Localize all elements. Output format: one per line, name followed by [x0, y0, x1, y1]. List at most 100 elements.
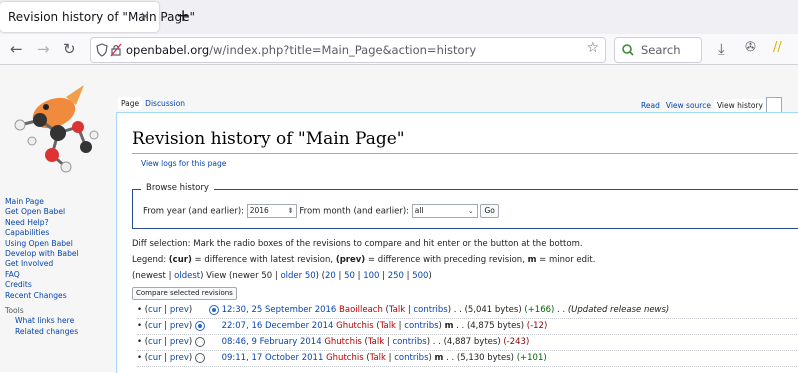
title-divider: [132, 153, 798, 154]
overflow-extension-icon[interactable]: //: [773, 40, 782, 55]
limit-20-link[interactable]: 20: [325, 271, 336, 281]
user-talk-link[interactable]: Talk: [368, 337, 384, 347]
user-link[interactable]: Ghutchis: [326, 353, 364, 363]
cur-link[interactable]: cur: [148, 305, 162, 315]
user-contribs-link[interactable]: contribs: [404, 321, 438, 331]
sidebar-item-get-open-babel[interactable]: Get Open Babel: [5, 207, 115, 217]
reload-icon[interactable]: ↻: [63, 40, 76, 58]
legend-minor-desc: = minor edit.: [536, 255, 596, 265]
revision-size: (4,887 bytes): [443, 337, 501, 347]
sidebar-tools: What links here Related changes: [5, 316, 115, 337]
browser-tab-bar: Revision history of "Main Page" × +: [0, 0, 798, 34]
tools-heading: Tools: [5, 306, 24, 316]
search-box[interactable]: Search: [614, 37, 702, 63]
browse-history-form: From year (and earlier): 2016 ⬍ From mont…: [143, 204, 499, 218]
legend-prev-desc: = difference with preceding revision,: [365, 255, 528, 265]
tab-view-source[interactable]: View source: [663, 99, 714, 112]
tab-page[interactable]: Page: [118, 97, 143, 110]
view-logs-link[interactable]: View logs for this page: [141, 159, 226, 168]
user-contribs-link[interactable]: contribs: [392, 337, 426, 347]
newest-link[interactable]: newest: [135, 271, 166, 281]
diff-selection-text: Diff selection: Mark the radio boxes of …: [132, 239, 583, 249]
diff-newer-radio[interactable]: [208, 304, 219, 315]
new-tab-button[interactable]: +: [176, 6, 190, 26]
shield-icon[interactable]: [96, 43, 108, 57]
limit-250-link[interactable]: 250: [388, 271, 404, 281]
go-button[interactable]: Go: [480, 204, 499, 218]
user-contribs-link[interactable]: contribs: [413, 305, 447, 315]
main-content: Revision history of "Main Page" View log…: [116, 112, 798, 373]
revision-list: • (cur | prev) 12:30, 25 September 2016 …: [137, 303, 797, 367]
revision-row: • (cur | prev) 12:30, 25 September 2016 …: [137, 303, 797, 319]
wiki-page: Main Page Get Open Babel Need Help? Capa…: [0, 65, 798, 373]
user-contribs-link[interactable]: contribs: [394, 353, 428, 363]
revision-date-link[interactable]: 08:46, 9 February 2014: [222, 337, 322, 347]
back-arrow-icon[interactable]: ←: [10, 40, 23, 58]
tab-view-history[interactable]: View history: [713, 99, 766, 112]
month-select[interactable]: all ⌄: [411, 204, 478, 218]
sidebar-item-develop-with-babel[interactable]: Develop with Babel: [5, 249, 115, 259]
sidebar-item-capabilities[interactable]: Capabilities: [5, 228, 115, 238]
user-talk-link[interactable]: Talk: [370, 353, 386, 363]
extension-icon[interactable]: ✇: [745, 40, 756, 55]
legend-prev: (prev): [335, 255, 366, 265]
sidebar-item-faq[interactable]: FAQ: [5, 270, 115, 280]
prev-link[interactable]: prev: [170, 353, 189, 363]
sidebar-item-main-page[interactable]: Main Page: [5, 197, 115, 207]
minor-edit-badge: m: [444, 321, 454, 331]
namespace-tabs: Page Discussion: [118, 97, 188, 110]
url-path: /w/index.php?title=Main_Page&action=hist…: [209, 43, 477, 57]
insecure-lock-icon[interactable]: [110, 43, 122, 57]
cur-link[interactable]: cur: [148, 353, 162, 363]
cur-link[interactable]: cur: [148, 337, 162, 347]
diff-older-radio[interactable]: [194, 320, 205, 331]
limit-100-link[interactable]: 100: [363, 271, 379, 281]
sidebar-item-credits[interactable]: Credits: [5, 280, 115, 290]
spinner-icon[interactable]: ⬍: [287, 205, 293, 217]
user-link[interactable]: Baoilleach: [339, 305, 383, 315]
user-talk-link[interactable]: Talk: [380, 321, 396, 331]
revision-date-link[interactable]: 09:11, 17 October 2011: [222, 353, 324, 363]
legend-text: Legend: (cur) = difference with latest r…: [132, 252, 595, 268]
sidebar-item-what-links-here[interactable]: What links here: [5, 316, 115, 326]
legend-cur: (cur): [168, 255, 192, 265]
prev-link[interactable]: prev: [170, 305, 189, 315]
sidebar-item-get-involved[interactable]: Get Involved: [5, 259, 115, 269]
sidebar-item-recent-changes[interactable]: Recent Changes: [5, 291, 115, 301]
url-host: openbabel.org: [126, 43, 210, 57]
user-link[interactable]: Ghutchis: [324, 337, 362, 347]
prev-link[interactable]: prev: [170, 337, 189, 347]
tab-read[interactable]: Read: [638, 99, 663, 112]
oldest-link[interactable]: oldest: [174, 271, 200, 281]
forward-arrow-icon[interactable]: →: [37, 40, 50, 58]
older-50-link[interactable]: older 50: [280, 271, 315, 281]
tab-discussion[interactable]: Discussion: [142, 97, 188, 110]
open-babel-logo[interactable]: [6, 75, 106, 175]
limit-500-link[interactable]: 500: [412, 271, 428, 281]
limit-50-link[interactable]: 50: [344, 271, 355, 281]
diff-older-radio[interactable]: [194, 352, 205, 363]
user-talk-link[interactable]: Talk: [389, 305, 405, 315]
close-tab-icon[interactable]: ×: [140, 9, 150, 23]
month-label: From month (and earlier):: [299, 206, 410, 217]
browse-history-fieldset: Browse history From year (and earlier): …: [132, 183, 798, 229]
bookmark-star-icon[interactable]: ☆: [586, 40, 599, 56]
sidebar-item-using-open-babel[interactable]: Using Open Babel: [5, 239, 115, 249]
size-diff: (-12): [526, 321, 548, 331]
sidebar: Main Page Get Open Babel Need Help? Capa…: [5, 197, 115, 337]
year-input[interactable]: 2016 ⬍: [246, 204, 297, 218]
prev-link[interactable]: prev: [170, 321, 189, 331]
sidebar-item-related-changes[interactable]: Related changes: [5, 327, 115, 337]
sidebar-item-need-help[interactable]: Need Help?: [5, 218, 115, 228]
download-icon[interactable]: ⤓: [718, 40, 725, 58]
cur-link[interactable]: cur: [148, 321, 162, 331]
sidebar-navigation: Main Page Get Open Babel Need Help? Capa…: [5, 197, 115, 301]
user-link[interactable]: Ghutchis: [336, 321, 374, 331]
url-bar[interactable]: openbabel.org/w/index.php?title=Main_Pag…: [90, 37, 606, 63]
diff-older-radio[interactable]: [194, 336, 205, 347]
browser-tab[interactable]: Revision history of "Main Page" ×: [0, 2, 195, 32]
page-title: Revision history of "Main Page": [132, 129, 405, 149]
compare-revisions-button[interactable]: Compare selected revisions: [132, 287, 237, 300]
revision-date-link[interactable]: 12:30, 25 September 2016: [222, 305, 337, 315]
revision-date-link[interactable]: 22:07, 16 December 2014: [222, 321, 334, 331]
